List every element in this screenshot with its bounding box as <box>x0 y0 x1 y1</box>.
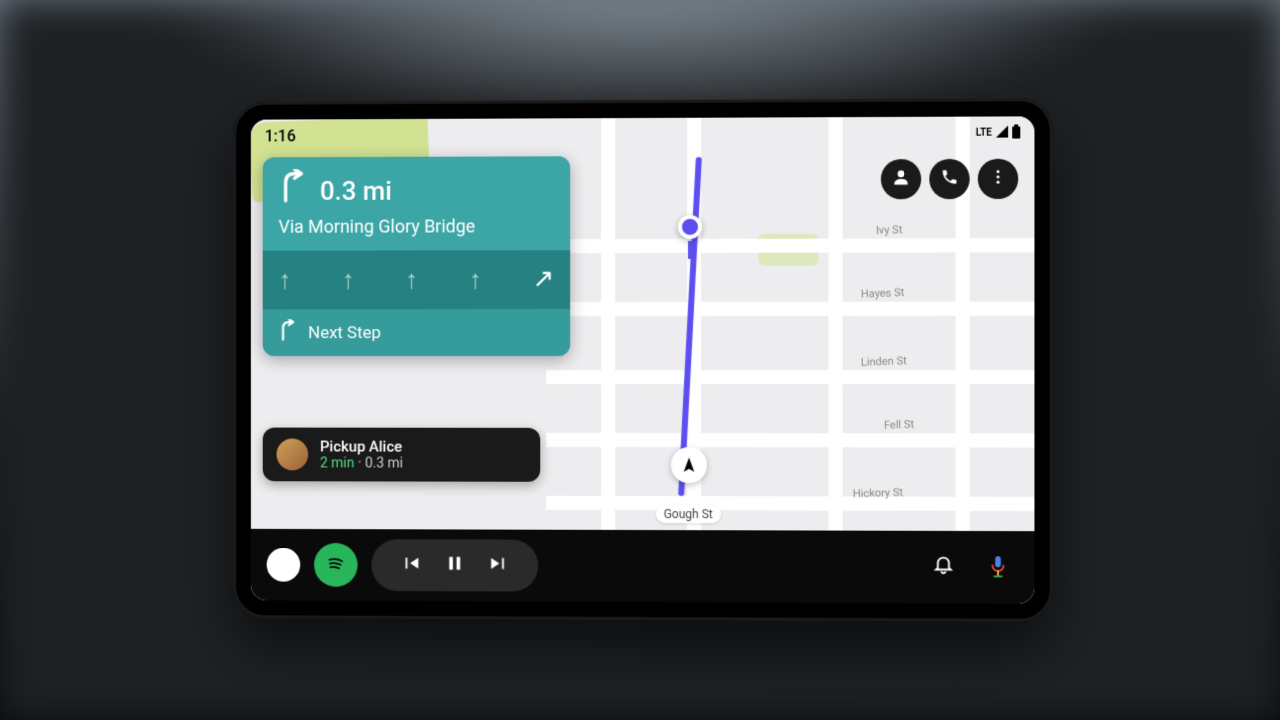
next-step-row[interactable]: Next Step <box>263 309 570 356</box>
media-controls <box>371 539 538 591</box>
home-button[interactable] <box>267 548 301 582</box>
profile-button[interactable] <box>881 159 921 199</box>
turn-right-icon <box>279 320 297 347</box>
next-step-label: Next Step <box>308 323 381 343</box>
previous-track-button[interactable] <box>393 547 429 583</box>
battery-icon <box>1012 124 1020 141</box>
call-button[interactable] <box>929 159 969 199</box>
more-button[interactable] <box>978 159 1018 199</box>
street-label-hickory: Hickory St <box>852 486 903 501</box>
map-action-row <box>881 159 1018 200</box>
current-location-icon[interactable] <box>671 447 707 483</box>
street-label-linden: Linden St <box>860 354 906 369</box>
more-vertical-icon <box>989 168 1007 190</box>
clock: 1:16 <box>265 126 296 145</box>
network-label: LTE <box>976 127 992 138</box>
bell-icon <box>932 553 954 581</box>
avatar <box>277 438 309 470</box>
pickup-card[interactable]: Pickup Alice 2 min · 0.3 mi <box>263 428 541 482</box>
lane-straight-icon: ↑ <box>279 265 292 296</box>
lane-straight-icon: ↑ <box>469 265 482 296</box>
pickup-subtitle: 2 min · 0.3 mi <box>320 455 403 471</box>
street-label-gough: Gough St <box>656 505 721 523</box>
destination-pin-icon <box>678 215 702 239</box>
pickup-title: Pickup Alice <box>320 438 403 456</box>
lane-right-icon: ↗ <box>532 265 554 296</box>
lane-straight-icon: ↑ <box>342 265 355 296</box>
turn-street: Via Morning Glory Bridge <box>279 215 555 239</box>
status-bar: 1:16 LTE <box>251 116 1035 151</box>
voice-assistant-button[interactable] <box>978 547 1018 587</box>
skip-previous-icon <box>400 552 422 579</box>
car-display-device: Gough St Ivy St Hayes St Linden St Fell … <box>233 98 1053 622</box>
phone-icon <box>940 168 958 190</box>
street-label-hayes: Hayes St <box>860 286 904 301</box>
microphone-icon <box>987 554 1009 580</box>
street-label-ivy: Ivy St <box>876 223 903 237</box>
skip-next-icon <box>488 552 510 579</box>
notifications-button[interactable] <box>923 547 963 587</box>
turn-right-icon <box>279 169 307 210</box>
next-track-button[interactable] <box>481 547 517 583</box>
spotify-icon <box>323 550 349 580</box>
turn-card[interactable]: 0.3 mi Via Morning Glory Bridge ↑ ↑ ↑ ↑ … <box>263 156 570 356</box>
street-label-fell: Fell St <box>884 418 915 432</box>
pause-icon <box>444 552 466 579</box>
signal-icon <box>996 125 1008 140</box>
pickup-info: Pickup Alice 2 min · 0.3 mi <box>320 438 403 472</box>
pickup-dist: 0.3 mi <box>365 456 403 472</box>
turn-card-main: 0.3 mi Via Morning Glory Bridge <box>263 156 570 251</box>
person-icon <box>891 167 911 191</box>
nav-rail <box>251 529 1035 604</box>
music-app-button[interactable] <box>314 543 358 587</box>
play-pause-button[interactable] <box>437 547 473 583</box>
pickup-eta: 2 min <box>320 455 354 471</box>
lane-straight-icon: ↑ <box>405 265 418 296</box>
screen: Gough St Ivy St Hayes St Linden St Fell … <box>251 116 1035 603</box>
turn-distance: 0.3 mi <box>320 176 392 206</box>
lane-guidance: ↑ ↑ ↑ ↑ ↗ <box>263 251 570 310</box>
